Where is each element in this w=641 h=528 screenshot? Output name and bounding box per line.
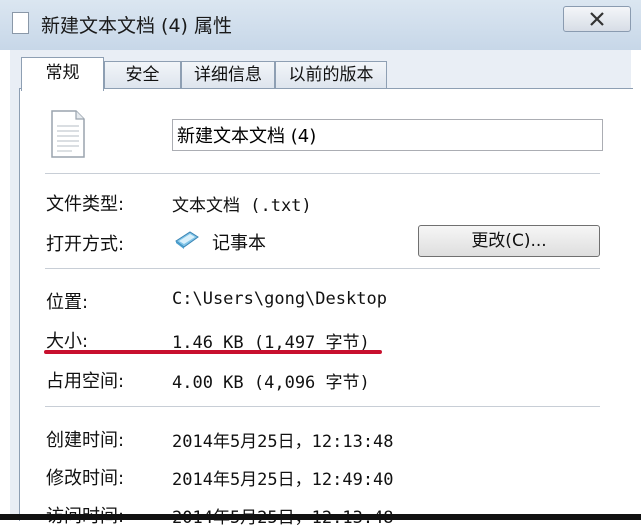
- file-type-label: 文件类型:: [46, 194, 125, 215]
- tab-general[interactable]: 常规: [21, 57, 104, 91]
- opens-with-app: 记事本: [212, 233, 266, 254]
- size-on-disk-label: 占用空间:: [46, 371, 125, 392]
- file-name-field[interactable]: [172, 119, 603, 151]
- notepad-icon: [175, 231, 199, 249]
- divider: [45, 173, 600, 174]
- location-value: C:\Users\gong\Desktop: [172, 289, 387, 309]
- modified-label: 修改时间:: [46, 468, 125, 489]
- created-label: 创建时间:: [46, 430, 125, 451]
- tab-label: 以前的版本: [288, 65, 374, 85]
- text-file-icon: [51, 110, 85, 158]
- close-button[interactable]: [563, 6, 631, 32]
- modified-value: 2014年5月25日，12:49:40: [172, 470, 394, 490]
- tab-security[interactable]: 安全: [104, 61, 181, 89]
- document-icon: [12, 12, 29, 34]
- tab-previous-versions[interactable]: 以前的版本: [275, 61, 387, 89]
- file-type-value: 文本文档 (.txt): [172, 196, 312, 216]
- size-on-disk-value: 4.00 KB (4,096 字节): [172, 373, 370, 393]
- change-button[interactable]: 更改(C)...: [418, 225, 600, 257]
- highlight-underline: [44, 350, 382, 354]
- opens-with-label: 打开方式:: [46, 234, 125, 255]
- tab-label: 常规: [45, 63, 80, 83]
- tab-label: 详细信息: [194, 65, 262, 85]
- bottom-edge: [0, 514, 641, 520]
- title-bar: 新建文本文档 (4) 属性: [0, 0, 641, 50]
- divider: [45, 268, 600, 269]
- close-icon: [590, 12, 604, 26]
- created-value: 2014年5月25日，12:13:48: [172, 432, 394, 452]
- window-title: 新建文本文档 (4) 属性: [41, 15, 232, 37]
- location-label: 位置:: [46, 292, 89, 313]
- tab-details[interactable]: 详细信息: [181, 61, 275, 89]
- divider: [45, 406, 600, 407]
- tab-label: 安全: [125, 65, 160, 85]
